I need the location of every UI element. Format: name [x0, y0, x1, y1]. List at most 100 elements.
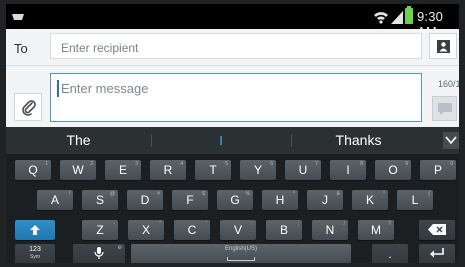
key-secondary-label: ;	[297, 221, 299, 227]
key-secondary-label: -	[113, 221, 115, 227]
key-label: W	[72, 163, 84, 177]
messaging-screen: 9:30 AM To Enter recipient Enter me	[6, 4, 459, 263]
key-z[interactable]: Z-	[82, 220, 118, 240]
key-label: J	[322, 193, 328, 207]
key-secondary-label: :	[251, 221, 253, 227]
symbols-key-label: 123	[29, 246, 41, 253]
key-a[interactable]: A!	[37, 190, 73, 210]
enter-key[interactable]	[419, 244, 455, 263]
key-c[interactable]: C '	[174, 220, 210, 240]
key-b[interactable]: B;	[266, 220, 302, 240]
to-label: To	[14, 41, 28, 56]
key-x[interactable]: X "	[128, 220, 164, 240]
recipient-input[interactable]: Enter recipient	[50, 33, 422, 59]
signal-icon	[391, 11, 403, 24]
key-n[interactable]: N /	[312, 220, 348, 240]
backspace-icon	[428, 224, 446, 235]
wifi-icon	[374, 12, 388, 24]
key-secondary-label: 8	[360, 161, 363, 167]
space-key[interactable]: English(US)	[131, 244, 351, 263]
key-label: U	[298, 163, 308, 177]
key-secondary-label: 4	[180, 161, 183, 167]
key-label: Z	[96, 223, 104, 237]
key-s[interactable]: S @	[82, 190, 118, 210]
key-secondary-label: 0	[450, 161, 453, 167]
send-button[interactable]	[432, 96, 457, 121]
recipient-placeholder: Enter recipient	[61, 41, 139, 55]
message-input[interactable]: Enter message	[50, 73, 422, 122]
key-h[interactable]: H ^	[262, 190, 298, 210]
paperclip-icon	[22, 100, 36, 116]
key-label: H	[275, 193, 285, 207]
backspace-key[interactable]	[419, 220, 455, 240]
key-l[interactable]: L(	[397, 190, 433, 210]
key-p[interactable]: P0	[420, 160, 456, 180]
suggestion-3[interactable]: Thanks	[291, 127, 426, 154]
key-secondary-label: @	[109, 191, 115, 197]
message-placeholder: Enter message	[61, 81, 149, 96]
symbols-key-sublabel: Sym	[30, 254, 40, 260]
key-i[interactable]: I8	[330, 160, 366, 180]
shift-arrow-icon	[30, 225, 40, 235]
key-label: L	[411, 193, 419, 207]
key-secondary-label: 5	[225, 161, 228, 167]
key-secondary-label: /	[343, 221, 345, 227]
suggestion-bar: The I Thanks	[6, 127, 459, 154]
key-secondary-label: 1	[45, 161, 48, 167]
space-key-label: English(US)	[224, 246, 257, 252]
key-secondary-label: ^	[292, 191, 295, 197]
key-secondary-label: %	[245, 191, 250, 197]
key-label: B	[279, 223, 288, 237]
period-key-label: .	[388, 247, 392, 261]
key-secondary-label: 6	[270, 161, 273, 167]
period-key[interactable]: .	[372, 244, 408, 263]
notification-icon	[12, 14, 24, 20]
voice-input-key[interactable]: ⚙	[73, 244, 125, 263]
key-f[interactable]: F $	[172, 190, 208, 210]
key-q[interactable]: Q1	[15, 160, 51, 180]
attach-button[interactable]	[14, 93, 42, 121]
key-w[interactable]: W2	[60, 160, 96, 180]
suggestion-1[interactable]: The	[6, 127, 151, 154]
recipient-row: To Enter recipient	[6, 29, 459, 66]
key-label: G	[230, 193, 240, 207]
key-secondary-label: "	[159, 221, 161, 227]
key-secondary-label: !	[68, 191, 70, 197]
suggestion-2[interactable]: I	[151, 127, 291, 154]
key-v[interactable]: V:	[220, 220, 256, 240]
key-label: E	[118, 163, 127, 177]
key-label: T	[209, 163, 217, 177]
key-e[interactable]: E3	[105, 160, 141, 180]
key-label: S	[95, 193, 104, 207]
battery-icon	[405, 6, 413, 24]
key-t[interactable]: T5	[195, 160, 231, 180]
key-label: I	[346, 163, 350, 177]
key-secondary-label: 3	[135, 161, 138, 167]
key-label: A	[50, 193, 59, 207]
key-secondary-label: $	[202, 191, 205, 197]
key-secondary-label: ?	[388, 221, 391, 227]
chevron-down-icon	[445, 136, 457, 145]
expand-suggestions-button[interactable]	[443, 132, 459, 149]
add-contact-button[interactable]	[429, 33, 457, 59]
key-d[interactable]: D #	[127, 190, 163, 210]
key-secondary-label: 9	[405, 161, 408, 167]
key-y[interactable]: Y6	[240, 160, 276, 180]
key-secondary-label: &	[336, 191, 340, 197]
key-j[interactable]: J &	[307, 190, 343, 210]
key-u[interactable]: U7	[285, 160, 321, 180]
key-label: Y	[253, 163, 262, 177]
key-g[interactable]: G%	[217, 190, 253, 210]
shift-key[interactable]	[15, 220, 55, 240]
key-label: M	[371, 223, 381, 237]
key-label: R	[163, 163, 173, 177]
key-k[interactable]: K *	[352, 190, 388, 210]
key-r[interactable]: R4	[150, 160, 186, 180]
key-label: N	[325, 223, 335, 237]
key-m[interactable]: M?	[358, 220, 394, 240]
symbols-key[interactable]: 123 Sym	[15, 244, 55, 263]
space-bar-icon	[227, 257, 255, 261]
key-o[interactable]: O9	[375, 160, 411, 180]
settings-hint-icon: ⚙	[117, 245, 122, 251]
key-label: C	[187, 223, 197, 237]
